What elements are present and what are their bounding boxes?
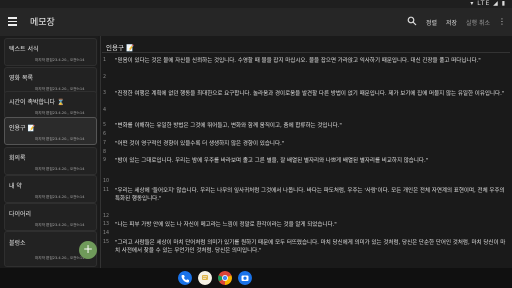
note-date: 마지막 편집23.4.20., 오전9:14 — [35, 223, 85, 227]
line-number: 11 — [103, 188, 110, 193]
line-text[interactable]: "믿음이 있다는 것은 물에 자신을 신뢰하는 것입니다. 수영할 때 물을 잡… — [115, 57, 509, 65]
note-title: 시간이 촉박합니다 ⌛ — [9, 99, 65, 106]
note-date: 마지막 편집23.4.20., 오전9:14 — [35, 58, 85, 62]
line-number: 8 — [103, 150, 107, 155]
notes-sidebar: 텍스트 서식 마지막 편집23.4.20., 오전9:14 영화 목록 마지막 … — [0, 36, 98, 268]
note-date: 마지막 편집23.4.20., 오전9:14 — [35, 256, 85, 260]
note-item[interactable]: 텍스트 서식 마지막 편집23.4.20., 오전9:14 — [4, 38, 97, 66]
pane-divider — [100, 36, 101, 268]
search-icon[interactable] — [407, 16, 417, 26]
note-date: 마지막 편집23.4.20., 오전9:14 — [35, 195, 85, 199]
note-date: 마지막 편집23.4.20., 오전9:14 — [35, 167, 85, 171]
note-item[interactable]: 시간이 촉박합니다 ⌛ 마지막 편집23.4.20., 오전9:14 — [4, 91, 97, 119]
chrome-app-icon[interactable] — [218, 271, 232, 285]
line-number: 2 — [103, 75, 107, 80]
line-number: 15 — [103, 240, 110, 245]
line-number: 1 — [103, 58, 107, 63]
line-number: 12 — [103, 214, 110, 219]
line-number: 14 — [103, 231, 110, 236]
line-number: 5 — [103, 123, 107, 128]
note-title: 내 약 — [9, 183, 22, 190]
line-text[interactable]: "그리고 사람들은 세상이 마치 단어처럼 의미가 있기를 원하기 때문에 모두… — [115, 239, 509, 255]
save-button[interactable]: 저장 — [446, 18, 457, 27]
line-text[interactable]: "우리는 세상에 '들어오지' 않습니다. 우리는 나무의 잎사귀처럼 그것에서… — [115, 187, 509, 203]
note-title: 영화 목록 — [9, 75, 33, 82]
line-text[interactable]: "변화를 이해하는 유일한 방법은 그것에 뛰어들고, 변화와 함께 움직이고,… — [115, 122, 509, 130]
line-number: 13 — [103, 222, 110, 227]
line-text[interactable]: "어떤 것이 영구적인 경향이 있을수록 더 생생하지 않은 경향이 있습니다.… — [115, 140, 509, 148]
line-number: 7 — [103, 141, 107, 146]
note-item[interactable]: 다이어리 마지막 편집23.4.20., 오전9:14 — [4, 203, 97, 231]
status-icons: ▾ LTE ◢ ▮ — [470, 0, 506, 7]
undo-button[interactable]: 실행 취소 — [466, 18, 490, 27]
editor-separator — [102, 52, 510, 53]
editor-title[interactable]: 인용구 📝 — [106, 42, 134, 52]
note-date: 마지막 편집23.4.20., 오전9:14 — [35, 111, 85, 115]
note-date: 마지막 편집23.4.20., 오전9:14 — [35, 137, 85, 141]
note-title: 회의록 — [9, 155, 26, 162]
line-number: 9 — [103, 158, 107, 163]
note-item[interactable]: 내 약 마지막 편집23.4.20., 오전9:14 — [4, 175, 97, 203]
note-title: 텍스트 서식 — [9, 46, 39, 53]
line-text[interactable]: "밤이 있는 그대로입니다. 우리는 밤에 우주를 바라보며 졸고 그른 별을,… — [115, 157, 509, 165]
status-bar: ▾ LTE ◢ ▮ — [0, 0, 512, 8]
more-options-icon[interactable]: ⋮ — [498, 17, 506, 26]
line-number: 3 — [103, 91, 107, 96]
note-title: 블렁소 — [9, 240, 26, 247]
messages-app-icon[interactable] — [198, 271, 212, 285]
line-number: 10 — [103, 179, 110, 184]
note-title: 인용구 📝 — [9, 125, 35, 132]
note-item[interactable]: 회의록 마지막 편집23.4.20., 오전9:14 — [4, 147, 97, 175]
line-number: 6 — [103, 132, 107, 137]
app-title: 메모장 — [30, 18, 55, 28]
app-bar: 메모장 정렬 저장 실행 취소 ⋮ — [0, 8, 512, 36]
note-item-selected[interactable]: 인용구 📝 마지막 편집23.4.20., 오전9:14 — [4, 117, 97, 145]
add-note-button[interactable]: + — [79, 241, 97, 259]
sort-button[interactable]: 정렬 — [426, 18, 437, 27]
menu-icon[interactable] — [8, 15, 22, 29]
phone-app-icon[interactable] — [178, 271, 192, 285]
note-editor[interactable]: 인용구 📝 1 "믿음이 있다는 것은 물에 자신을 신뢰하는 것입니다. 수영할… — [102, 38, 510, 268]
line-number: 4 — [103, 108, 107, 113]
line-text[interactable]: "진정한 여행은 계획에 없던 행동을 최대한으로 요구합니다. 놀라움과 경이… — [115, 90, 509, 98]
camera-app-icon[interactable] — [238, 271, 252, 285]
note-title: 다이어리 — [9, 211, 32, 218]
line-text[interactable]: "나는 피부 가방 안에 있는 나 자신이 메고라는 느낌이 정말로 환각이라는… — [115, 221, 509, 229]
android-taskbar — [0, 268, 512, 288]
